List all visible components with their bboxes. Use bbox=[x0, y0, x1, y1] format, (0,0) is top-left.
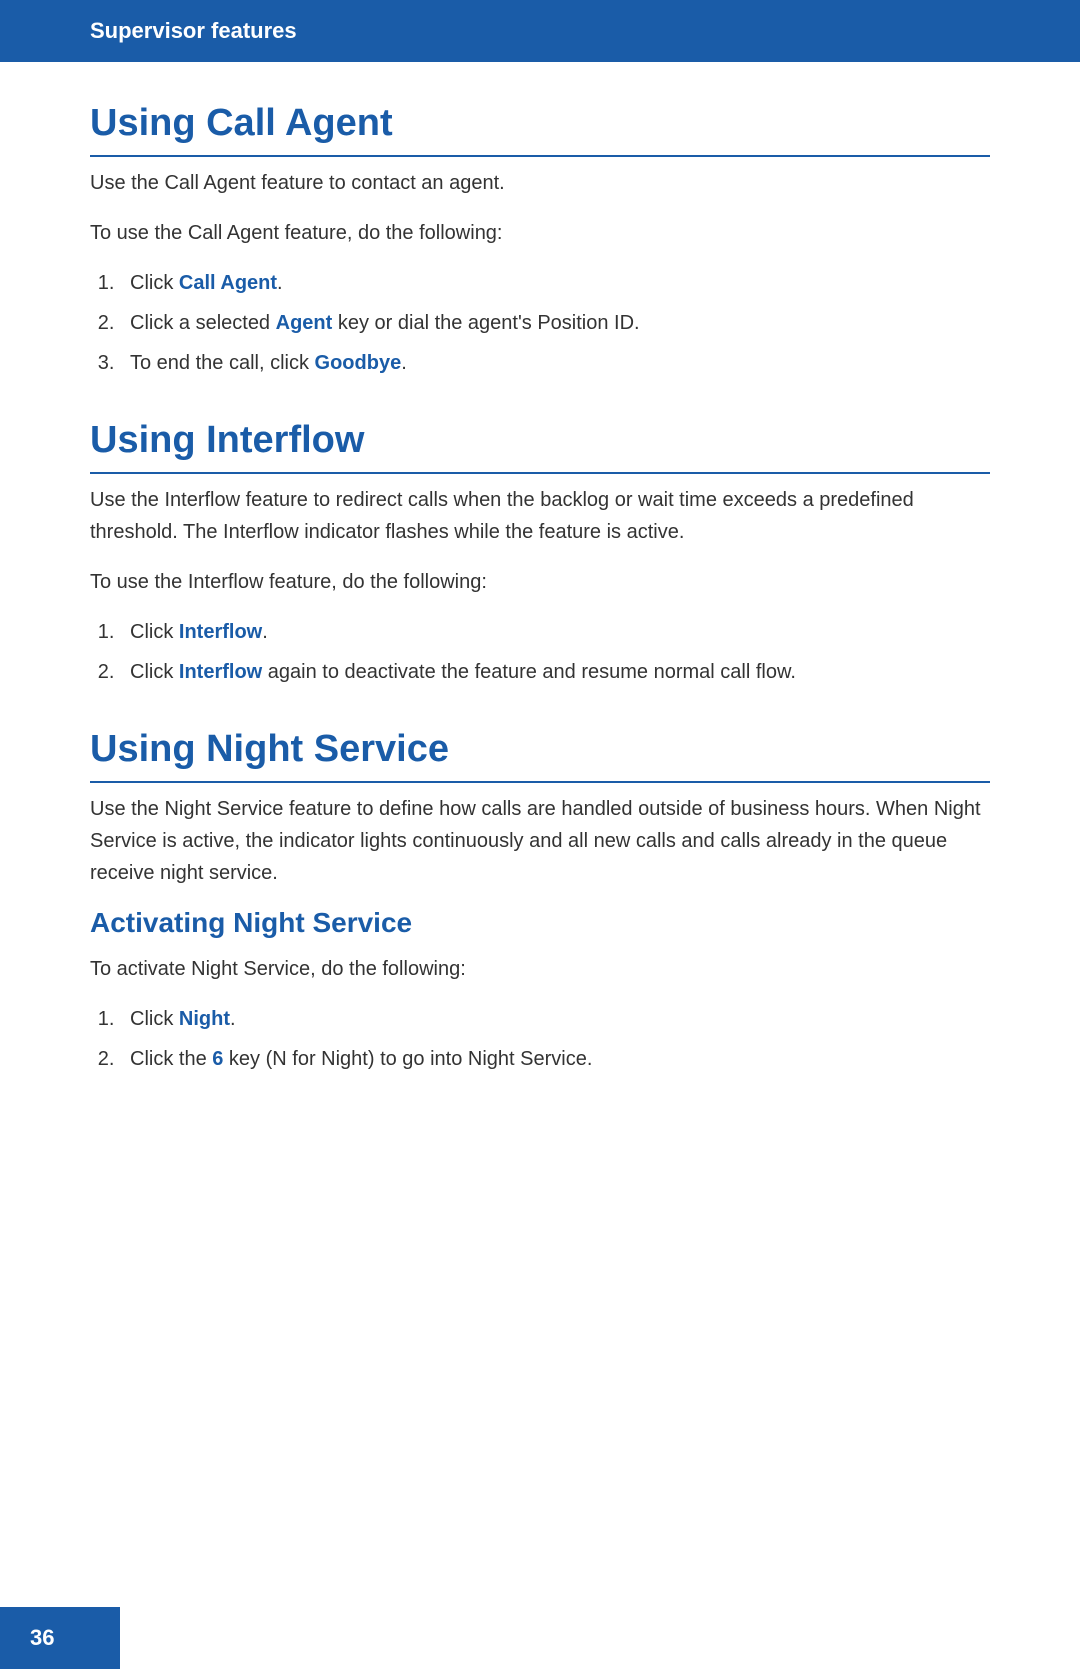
call-agent-step3-before: To end the call, click bbox=[130, 352, 315, 374]
section-title-interflow: Using Interflow bbox=[90, 419, 990, 474]
interflow-steps: Click Interflow. Click Interflow again t… bbox=[120, 616, 990, 688]
activating-intro: To activate Night Service, do the follow… bbox=[90, 953, 990, 985]
header-label: Supervisor features bbox=[90, 18, 297, 43]
header-bar: Supervisor features bbox=[0, 0, 1080, 62]
section-title-call-agent: Using Call Agent bbox=[90, 102, 990, 157]
activating-step2-after: key (N for Night) to go into Night Servi… bbox=[223, 1048, 592, 1070]
page-number: 36 bbox=[30, 1625, 54, 1650]
call-agent-step-2: Click a selected Agent key or dial the a… bbox=[120, 307, 990, 339]
activating-step1-after: . bbox=[230, 1008, 236, 1030]
agent-link: Agent bbox=[276, 312, 333, 334]
page-footer: 36 bbox=[0, 1607, 120, 1669]
main-content: Using Call Agent Use the Call Agent feat… bbox=[0, 62, 1080, 1215]
activating-step-1: Click Night. bbox=[120, 1003, 990, 1035]
six-link: 6 bbox=[212, 1048, 223, 1070]
call-agent-link1: Call Agent bbox=[179, 272, 277, 294]
activating-steps: Click Night. Click the 6 key (N for Nigh… bbox=[120, 1003, 990, 1075]
interflow-intro1: Use the Interflow feature to redirect ca… bbox=[90, 484, 990, 548]
interflow-intro2: To use the Interflow feature, do the fol… bbox=[90, 566, 990, 598]
call-agent-step1-after: . bbox=[277, 272, 283, 294]
interflow-step1-after: . bbox=[262, 621, 268, 643]
interflow-step-1: Click Interflow. bbox=[120, 616, 990, 648]
interflow-link2: Interflow bbox=[179, 661, 262, 683]
goodbye-link: Goodbye bbox=[315, 352, 402, 374]
call-agent-intro1: Use the Call Agent feature to contact an… bbox=[90, 167, 990, 199]
section-title-night-service: Using Night Service bbox=[90, 728, 990, 783]
activating-step-2: Click the 6 key (N for Night) to go into… bbox=[120, 1043, 990, 1075]
activating-step1-before: Click bbox=[130, 1008, 179, 1030]
call-agent-step1-before: Click bbox=[130, 272, 179, 294]
activating-step2-before: Click the bbox=[130, 1048, 212, 1070]
subsection-title-activating: Activating Night Service bbox=[90, 907, 990, 939]
call-agent-step-1: Click Call Agent. bbox=[120, 267, 990, 299]
section-using-call-agent: Using Call Agent Use the Call Agent feat… bbox=[90, 102, 990, 379]
call-agent-step2-after: key or dial the agent's Position ID. bbox=[332, 312, 639, 334]
night-link: Night bbox=[179, 1008, 230, 1030]
interflow-step2-before: Click bbox=[130, 661, 179, 683]
call-agent-step-3: To end the call, click Goodbye. bbox=[120, 347, 990, 379]
section-using-interflow: Using Interflow Use the Interflow featur… bbox=[90, 419, 990, 688]
interflow-step-2: Click Interflow again to deactivate the … bbox=[120, 656, 990, 688]
call-agent-step2-before: Click a selected bbox=[130, 312, 276, 334]
subsection-activating-night-service: Activating Night Service To activate Nig… bbox=[90, 907, 990, 1075]
night-service-intro1: Use the Night Service feature to define … bbox=[90, 793, 990, 889]
call-agent-step3-after: . bbox=[401, 352, 407, 374]
call-agent-intro2: To use the Call Agent feature, do the fo… bbox=[90, 217, 990, 249]
call-agent-steps: Click Call Agent. Click a selected Agent… bbox=[120, 267, 990, 379]
section-using-night-service: Using Night Service Use the Night Servic… bbox=[90, 728, 990, 1075]
interflow-step2-after: again to deactivate the feature and resu… bbox=[262, 661, 796, 683]
interflow-link1: Interflow bbox=[179, 621, 262, 643]
interflow-step1-before: Click bbox=[130, 621, 179, 643]
